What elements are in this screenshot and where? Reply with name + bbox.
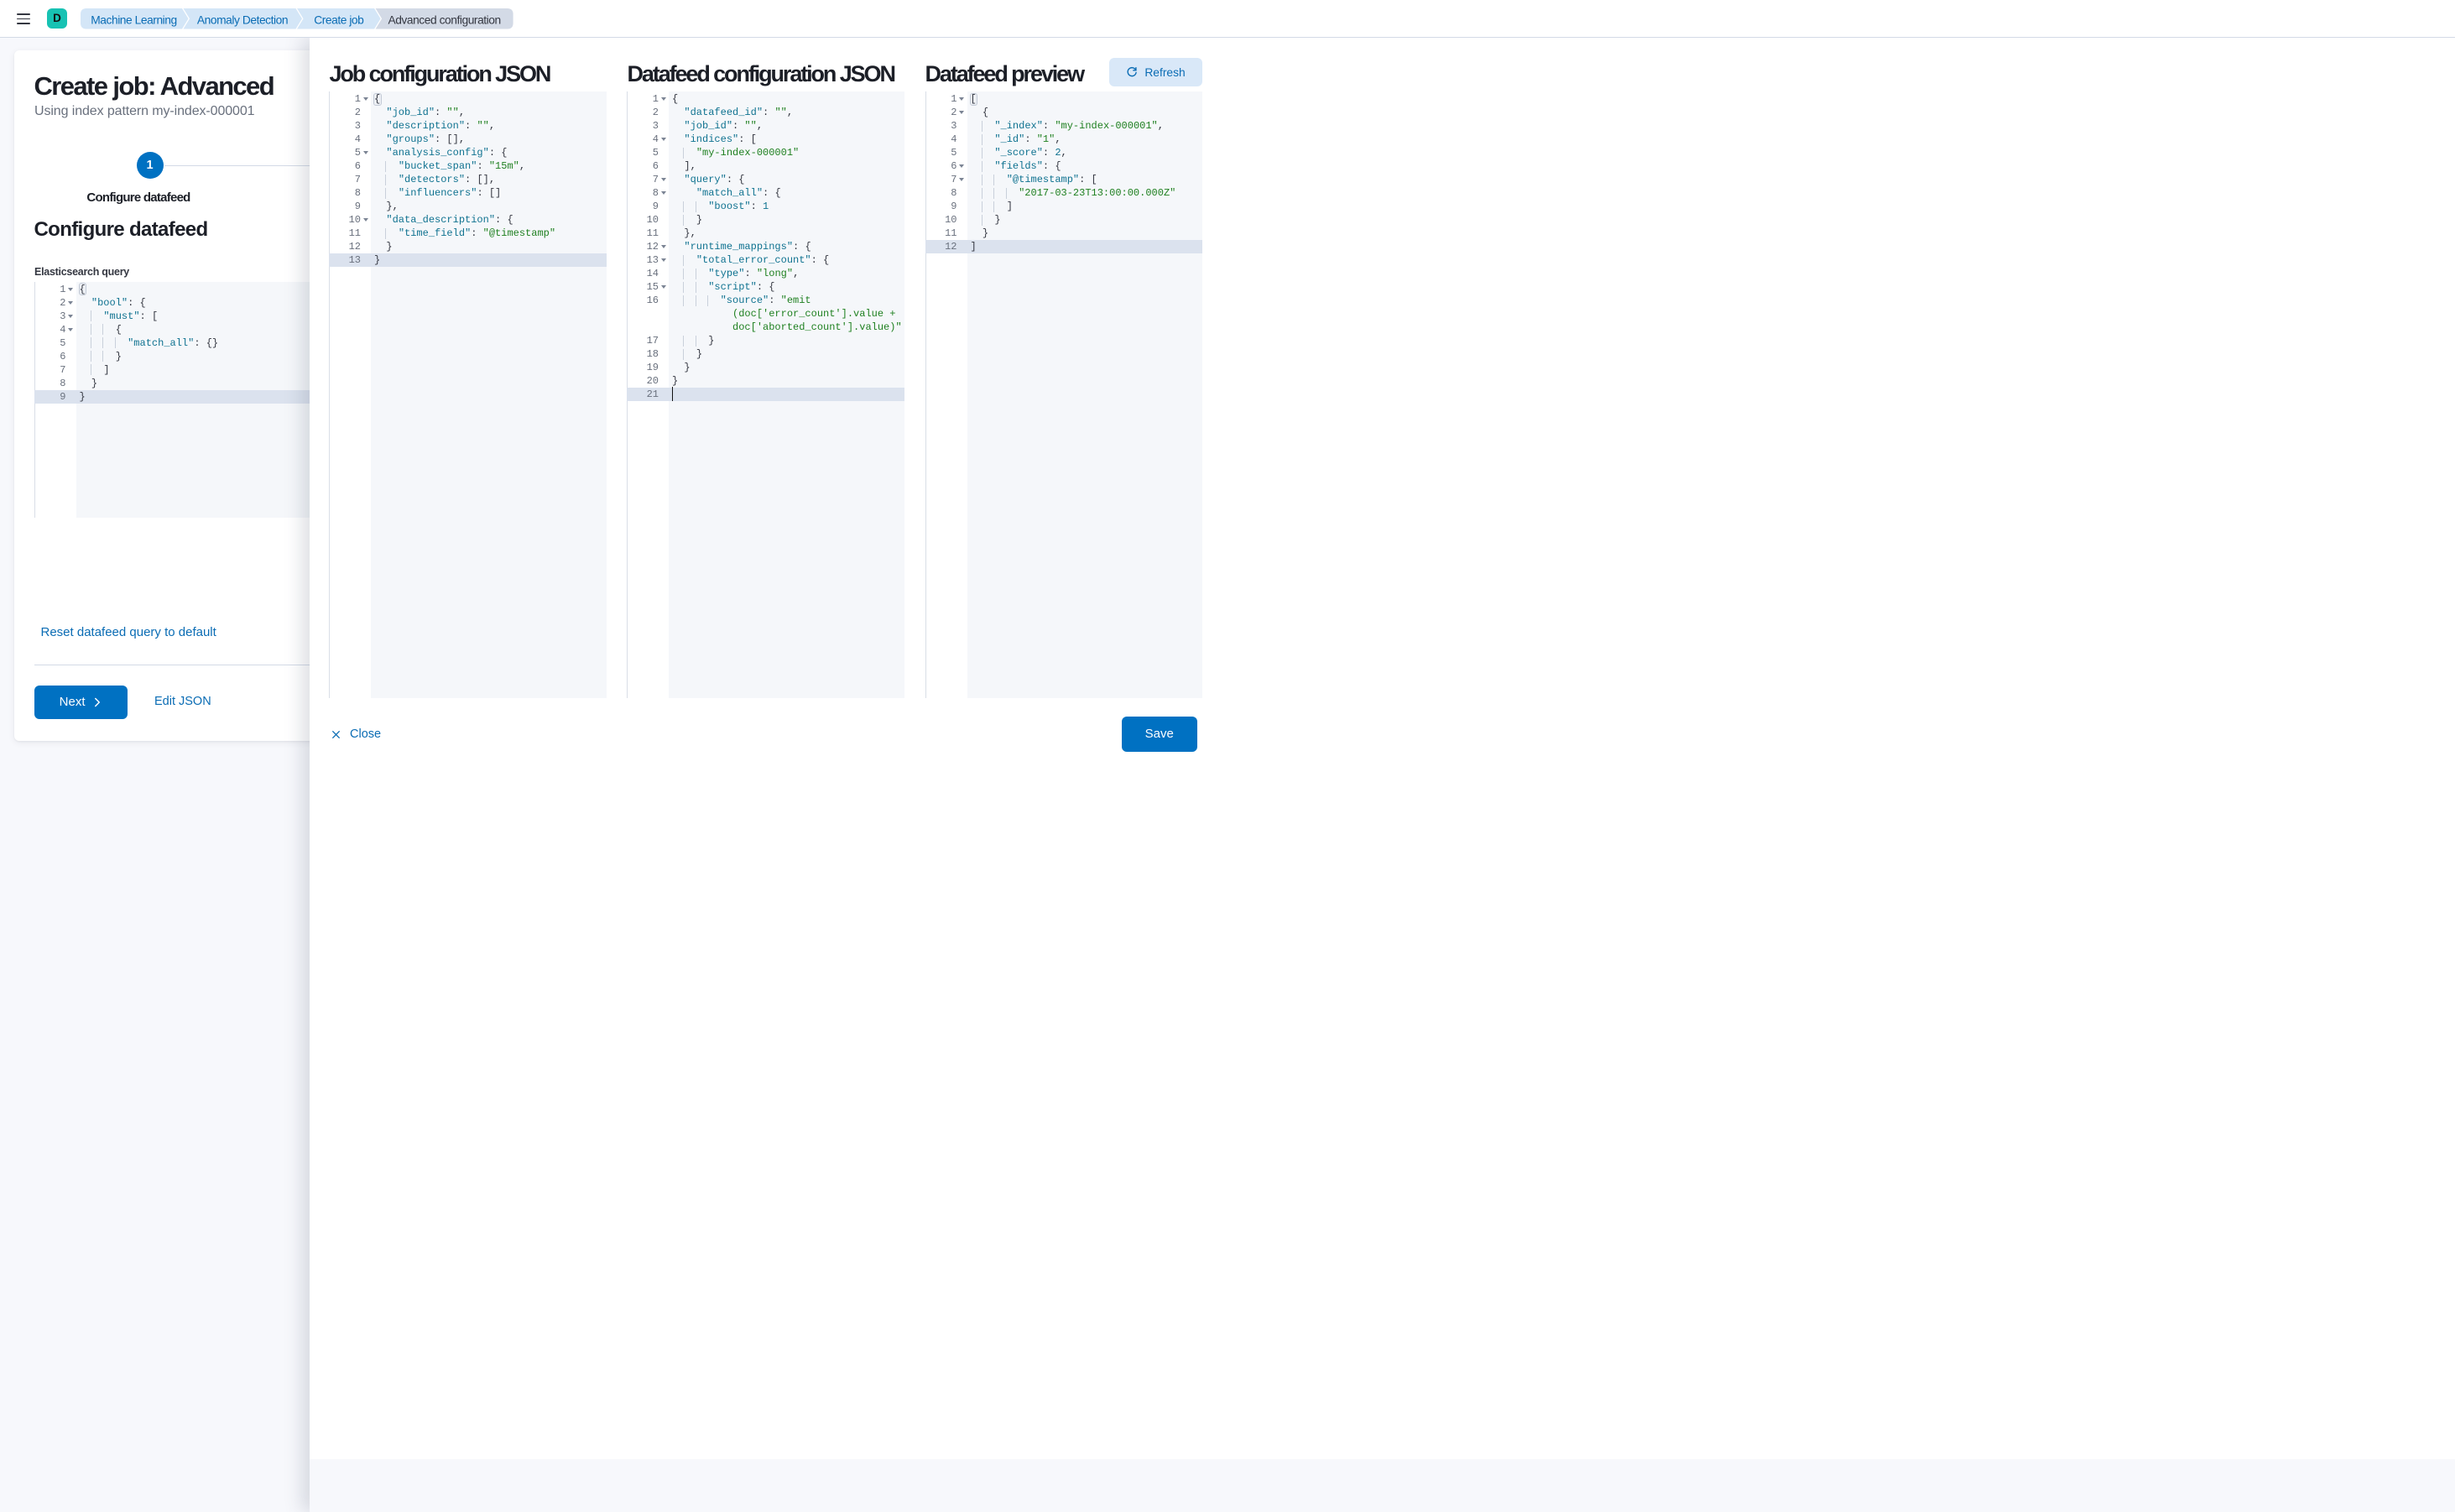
- svg-text:Advanced configuration: Advanced configuration: [388, 14, 500, 27]
- svg-text:Create job: Create job: [314, 14, 364, 27]
- svg-text:Anomaly Detection: Anomaly Detection: [197, 14, 288, 27]
- svg-text:Machine Learning: Machine Learning: [91, 14, 176, 27]
